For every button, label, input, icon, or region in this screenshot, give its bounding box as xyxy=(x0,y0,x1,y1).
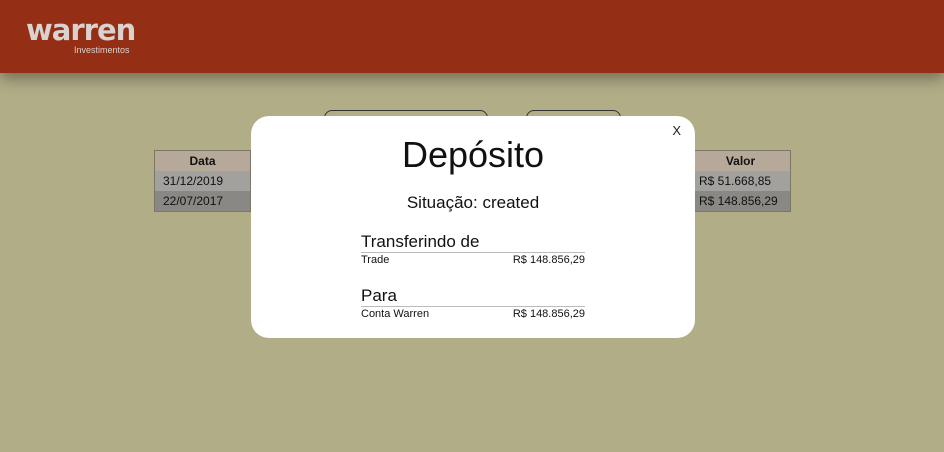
from-row: Trade R$ 148.856,29 xyxy=(361,254,585,267)
to-account-name: Conta Warren xyxy=(361,308,430,320)
status-label: Situação: xyxy=(406,193,478,212)
from-section: Transferindo de Trade R$ 148.856,29 xyxy=(361,233,585,267)
status-value: created xyxy=(482,193,540,212)
modal-title: Depósito xyxy=(401,134,545,175)
from-account-name: Trade xyxy=(361,254,390,266)
logo-subtitle: Investimentos xyxy=(74,45,130,55)
to-section: Para Conta Warren R$ 148.856,29 xyxy=(361,287,585,321)
deposit-modal: X Depósito Situação: created Transferind… xyxy=(251,116,695,338)
app-header: warren Investimentos xyxy=(0,0,944,73)
logo-wordmark: warren xyxy=(26,13,136,47)
to-amount: R$ 148.856,29 xyxy=(512,308,585,320)
status-line: Situação: created xyxy=(251,193,695,213)
to-heading: Para xyxy=(361,287,585,307)
from-amount: R$ 148.856,29 xyxy=(512,254,585,266)
warren-logo[interactable]: warren Investimentos xyxy=(26,13,136,55)
to-row: Conta Warren R$ 148.856,29 xyxy=(361,308,585,321)
from-heading: Transferindo de xyxy=(361,233,585,253)
